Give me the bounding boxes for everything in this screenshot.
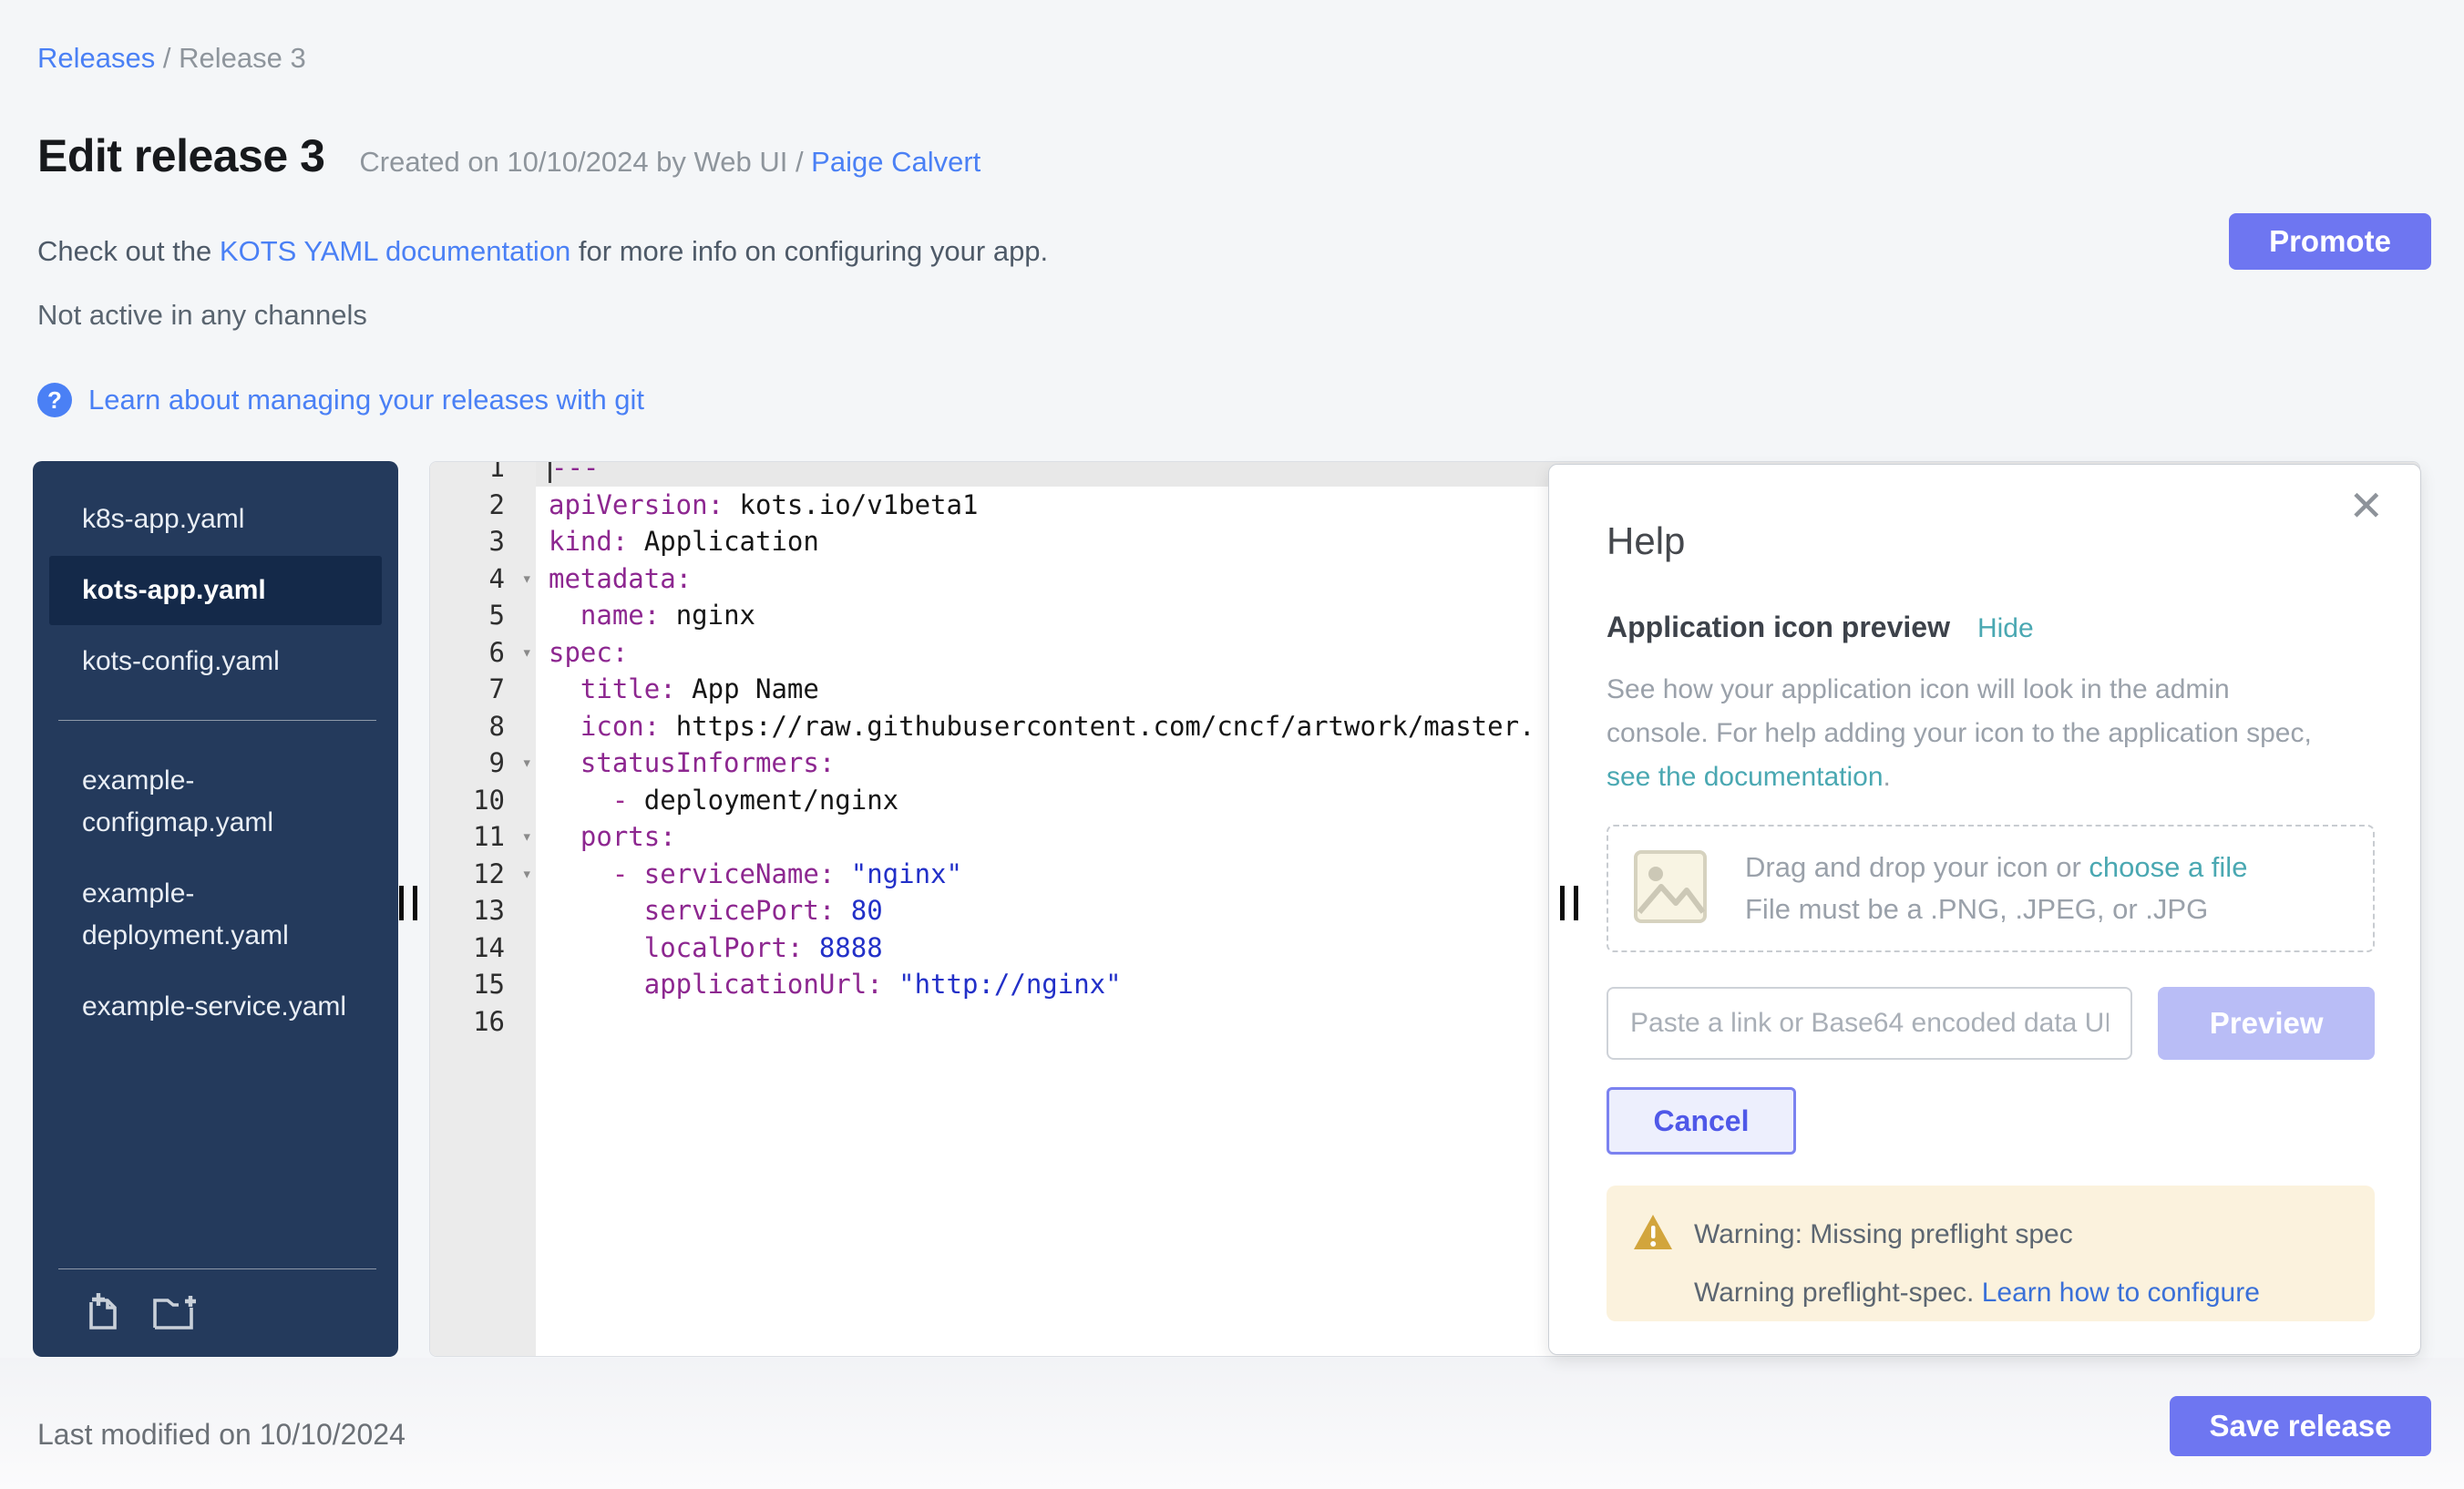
created-info: Created on 10/10/2024 by Web UI / Paige … — [359, 146, 980, 179]
file-sidebar: k8s-app.yamlkots-app.yamlkots-config.yam… — [33, 461, 398, 1357]
description-period: . — [1884, 762, 1891, 792]
breadcrumb-releases-link[interactable]: Releases — [37, 42, 155, 74]
sidebar-item-example-service.yaml[interactable]: example-service.yaml — [49, 972, 382, 1042]
doc-hint: Check out the KOTS YAML documentation fo… — [37, 235, 1048, 268]
created-author-link[interactable]: Paige Calvert — [811, 146, 980, 178]
gutter-line-8: 8 — [430, 708, 536, 745]
new-file-icon[interactable] — [82, 1289, 126, 1333]
gutter-lines: 1234▾56▾789▾1011▾12▾13141516 — [430, 462, 536, 1040]
git-help-row: ? Learn about managing your releases wit… — [37, 383, 644, 417]
gutter-line-6: 6▾ — [430, 634, 536, 672]
close-icon[interactable]: ✕ — [2348, 485, 2384, 527]
page-title: Edit release 3 — [37, 129, 324, 182]
gutter-line-1: 1 — [430, 462, 536, 487]
gutter-line-5: 5 — [430, 597, 536, 634]
last-modified-text: Last modified on 10/10/2024 — [37, 1418, 406, 1452]
warning-body-text: Warning preflight-spec. — [1694, 1278, 1982, 1308]
question-circle-icon: ? — [37, 383, 72, 417]
gutter-line-10: 10 — [430, 782, 536, 819]
dropzone-line2-text: File must be a .PNG, .JPEG, or .JPG — [1745, 893, 2247, 926]
hide-link[interactable]: Hide — [1977, 613, 2034, 644]
breadcrumb: Releases / Release 3 — [37, 42, 306, 75]
preflight-warning: Warning: Missing preflight spec Warning … — [1607, 1186, 2375, 1321]
gutter-line-3: 3 — [430, 523, 536, 560]
fold-toggle-icon[interactable]: ▾ — [522, 634, 532, 672]
sidebar-item-example-configmap.yaml[interactable]: example-configmap.yaml — [49, 746, 382, 857]
breadcrumb-current: Release 3 — [179, 42, 306, 74]
fold-toggle-icon[interactable]: ▾ — [522, 560, 532, 598]
image-placeholder-icon — [1632, 848, 1709, 929]
editor-gutter: 1234▾56▾789▾1011▾12▾13141516 — [430, 462, 536, 1356]
preview-button[interactable]: Preview — [2158, 987, 2375, 1060]
new-folder-icon[interactable] — [149, 1289, 197, 1333]
cancel-button[interactable]: Cancel — [1607, 1087, 1796, 1155]
file-group-divider — [58, 720, 376, 721]
warning-title: Warning: Missing preflight spec — [1694, 1219, 2073, 1250]
dropzone-line1-text: Drag and drop your icon or — [1745, 851, 2089, 883]
gutter-line-7: 7 — [430, 671, 536, 708]
save-release-button[interactable]: Save release — [2170, 1396, 2431, 1456]
title-row: Edit release 3 Created on 10/10/2024 by … — [37, 129, 980, 182]
file-list: k8s-app.yamlkots-app.yamlkots-config.yam… — [33, 483, 398, 1043]
gutter-line-4: 4▾ — [430, 560, 536, 598]
gutter-line-16: 16 — [430, 1003, 536, 1041]
sidebar-item-kots-app.yaml[interactable]: kots-app.yaml — [49, 556, 382, 625]
git-releases-link[interactable]: Learn about managing your releases with … — [88, 384, 644, 416]
promote-button[interactable]: Promote — [2229, 213, 2431, 270]
see-documentation-link[interactable]: see the documentation — [1607, 762, 1884, 792]
sidebar-item-kots-config.yaml[interactable]: kots-config.yaml — [49, 627, 382, 696]
breadcrumb-separator: / — [155, 42, 179, 74]
gutter-line-14: 14 — [430, 929, 536, 967]
gutter-line-11: 11▾ — [430, 818, 536, 856]
icon-preview-description: See how your application icon will look … — [1607, 668, 2313, 799]
doc-hint-suffix: for more info on configuring your app. — [570, 235, 1048, 267]
channel-status: Not active in any channels — [37, 299, 367, 332]
help-panel-resize-handle[interactable] — [1560, 886, 1578, 920]
fold-toggle-icon[interactable]: ▾ — [522, 818, 532, 856]
fold-toggle-icon[interactable]: ▾ — [522, 856, 532, 893]
gutter-line-9: 9▾ — [430, 744, 536, 782]
help-panel: ✕ Help Application icon preview Hide See… — [1548, 464, 2421, 1355]
gutter-line-13: 13 — [430, 892, 536, 929]
doc-hint-prefix: Check out the — [37, 235, 220, 267]
fold-toggle-icon[interactable]: ▾ — [522, 744, 532, 782]
dropzone-text: Drag and drop your icon or choose a file… — [1745, 851, 2247, 926]
footer-bar: Last modified on 10/10/2024 Save release — [0, 1358, 2464, 1489]
icon-url-input[interactable] — [1607, 987, 2132, 1060]
sidebar-item-k8s-app.yaml[interactable]: k8s-app.yaml — [49, 485, 382, 554]
kots-yaml-doc-link[interactable]: KOTS YAML documentation — [220, 235, 570, 267]
icon-dropzone[interactable]: Drag and drop your icon or choose a file… — [1607, 825, 2375, 952]
sidebar-item-example-deployment.yaml[interactable]: example-deployment.yaml — [49, 859, 382, 970]
gutter-line-12: 12▾ — [430, 856, 536, 893]
help-panel-title: Help — [1607, 519, 2375, 563]
sidebar-bottom — [33, 1268, 398, 1357]
description-text: See how your application icon will look … — [1607, 674, 2312, 748]
learn-how-to-configure-link[interactable]: Learn how to configure — [1982, 1278, 2260, 1308]
gutter-line-2: 2 — [430, 487, 536, 524]
icon-preview-section-title: Application icon preview — [1607, 611, 1950, 644]
choose-a-file-link[interactable]: choose a file — [2089, 851, 2247, 883]
gutter-line-15: 15 — [430, 966, 536, 1003]
created-text: Created on 10/10/2024 by Web UI / — [359, 146, 811, 178]
sidebar-resize-handle[interactable] — [399, 886, 417, 920]
warning-triangle-icon — [1632, 1213, 1674, 1256]
